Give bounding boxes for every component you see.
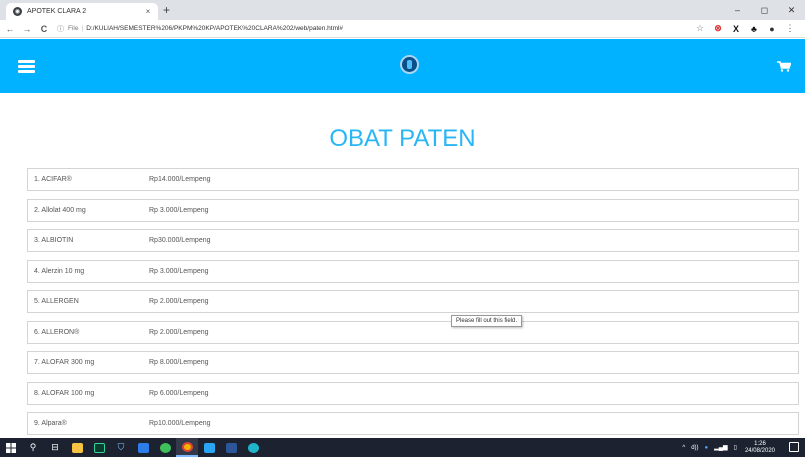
audition-icon[interactable]	[88, 438, 110, 457]
info-icon[interactable]: ⓘ	[57, 24, 64, 34]
mail-icon[interactable]	[132, 438, 154, 457]
app-header	[0, 39, 805, 93]
item-price: Rp 3.000/Lempeng	[149, 206, 209, 214]
list-item[interactable]: 2. Allolat 400 mg Rp 3.000/Lempeng	[27, 198, 799, 222]
item-name: 6. ALLERON®	[34, 328, 80, 336]
list-item[interactable]: 4. Alerzin 10 mg Rp 3.000/Lempeng	[27, 259, 799, 283]
search-icon[interactable]: ⚲	[22, 438, 44, 457]
item-name: 2. Allolat 400 mg	[34, 206, 86, 214]
clock-time: 1:26	[754, 440, 766, 447]
item-price: Rp30.000/Lempeng	[149, 237, 211, 244]
file-explorer-icon[interactable]	[66, 438, 88, 457]
item-name: 3. ALBIOTIN	[34, 237, 74, 244]
list-item[interactable]: 1. ACIFAR® Rp14.000/Lempeng	[27, 168, 799, 191]
list-item[interactable]: 3. ALBIOTIN Rp30.000/Lempeng	[27, 229, 799, 252]
puzzle-extension-icon[interactable]: ♣	[745, 24, 763, 34]
taskbar: ⚲ ⊟ ⛉ ^ d)) ● ▂▄▆ ▯ 1:26 24/08/2020	[0, 438, 805, 457]
x-extension-icon[interactable]: X	[727, 24, 745, 34]
close-window-button[interactable]: ✕	[778, 0, 805, 20]
back-button[interactable]: ←	[3, 24, 17, 34]
cart-icon[interactable]	[777, 61, 791, 72]
vpn-icon[interactable]: ⛉	[110, 438, 132, 457]
maximize-button[interactable]: ◻	[751, 0, 778, 20]
item-price: Rp10.000/Lempeng	[149, 420, 211, 427]
item-price: Rp 2.000/Lempeng	[149, 298, 209, 305]
edge-icon[interactable]	[242, 438, 264, 457]
item-price: Rp 6.000/Lempeng	[149, 389, 209, 397]
windows-start-icon[interactable]	[0, 438, 22, 457]
minimize-button[interactable]: –	[724, 0, 751, 20]
hamburger-icon[interactable]	[18, 60, 35, 73]
validation-tooltip: Please fill out this field.	[451, 315, 523, 327]
item-name: 5. ALLERGEN	[34, 298, 79, 305]
window-controls: – ◻ ✕	[724, 0, 805, 20]
adblock-icon[interactable]: ⊗	[709, 23, 727, 34]
item-name: 9. Alpara®	[34, 420, 67, 427]
system-tray: ^ d)) ● ▂▄▆ ▯ 1:26 24/08/2020	[676, 438, 775, 457]
item-name: 8. ALOFAR 100 mg	[34, 389, 95, 397]
media-icon[interactable]	[198, 438, 220, 457]
tray-chevron-icon[interactable]: ^	[682, 445, 685, 451]
item-name: 4. Alerzin 10 mg	[34, 267, 85, 275]
browser-menu-icon[interactable]: ⋮	[781, 23, 799, 34]
item-name: 1. ACIFAR®	[34, 176, 72, 183]
item-price: Rp 8.000/Lempeng	[149, 359, 209, 366]
reload-button[interactable]: C	[37, 24, 51, 34]
item-price: Rp14.000/Lempeng	[149, 176, 211, 183]
globe-icon: ◉	[13, 7, 22, 16]
clock[interactable]: 1:26 24/08/2020	[745, 441, 775, 455]
tab-title: APOTEK CLARA 2	[27, 8, 87, 15]
network-icon[interactable]: ▂▄▆	[714, 444, 727, 451]
volume-icon[interactable]: d))	[691, 445, 698, 451]
scheme-label: File	[68, 25, 79, 32]
task-view-icon[interactable]: ⊟	[44, 438, 66, 457]
green-app-icon[interactable]	[154, 438, 176, 457]
profile-avatar-icon[interactable]: ●	[763, 24, 781, 34]
list-item[interactable]: 6. ALLERON® Rp 2.000/Lempeng	[27, 320, 799, 344]
item-price: Rp 2.000/Lempeng	[149, 328, 209, 336]
word-icon[interactable]	[220, 438, 242, 457]
list-item[interactable]: 7. ALOFAR 300 mg Rp 8.000/Lempeng	[27, 351, 799, 374]
url-text: D:/KULIAH/SEMESTER%206/PKPM%20KP/APOTEK%…	[86, 25, 344, 32]
list-item[interactable]: 5. ALLERGEN Rp 2.000/Lempeng	[27, 290, 799, 313]
bookmark-star-icon[interactable]: ☆	[691, 23, 709, 34]
chrome-icon[interactable]	[176, 438, 198, 457]
tray-app-icon[interactable]: ●	[705, 445, 709, 451]
separator: |	[81, 25, 84, 32]
forward-button[interactable]: →	[20, 24, 34, 34]
medicine-list: 1. ACIFAR® Rp14.000/Lempeng 2. Allolat 4…	[27, 168, 799, 443]
extensions-area: ☆ ⊗ X ♣ ● ⋮	[691, 23, 799, 34]
tab-close-button[interactable]: ×	[142, 7, 154, 16]
page-title: OBAT PATEN	[329, 125, 476, 152]
list-item[interactable]: 8. ALOFAR 100 mg Rp 6.000/Lempeng	[27, 381, 799, 405]
apotek-logo-icon[interactable]	[400, 55, 419, 74]
address-bar: ← → C ⓘ File | D:/KULIAH/SEMESTER%206/PK…	[0, 20, 805, 38]
clock-date: 24/08/2020	[744, 447, 775, 454]
item-price: Rp 3.000/Lempeng	[149, 267, 209, 275]
url-field[interactable]: ⓘ File | D:/KULIAH/SEMESTER%206/PKPM%20K…	[57, 22, 691, 36]
browser-tab[interactable]: ◉ APOTEK CLARA 2 ×	[6, 3, 158, 20]
language-icon[interactable]: ▯	[734, 444, 737, 451]
new-tab-button[interactable]: +	[163, 3, 170, 17]
browser-tab-strip: ◉ APOTEK CLARA 2 × + – ◻ ✕	[0, 0, 805, 20]
notification-icon[interactable]	[789, 442, 799, 452]
list-item[interactable]: 9. Alpara® Rp10.000/Lempeng	[27, 412, 799, 435]
item-name: 7. ALOFAR 300 mg	[34, 359, 95, 366]
